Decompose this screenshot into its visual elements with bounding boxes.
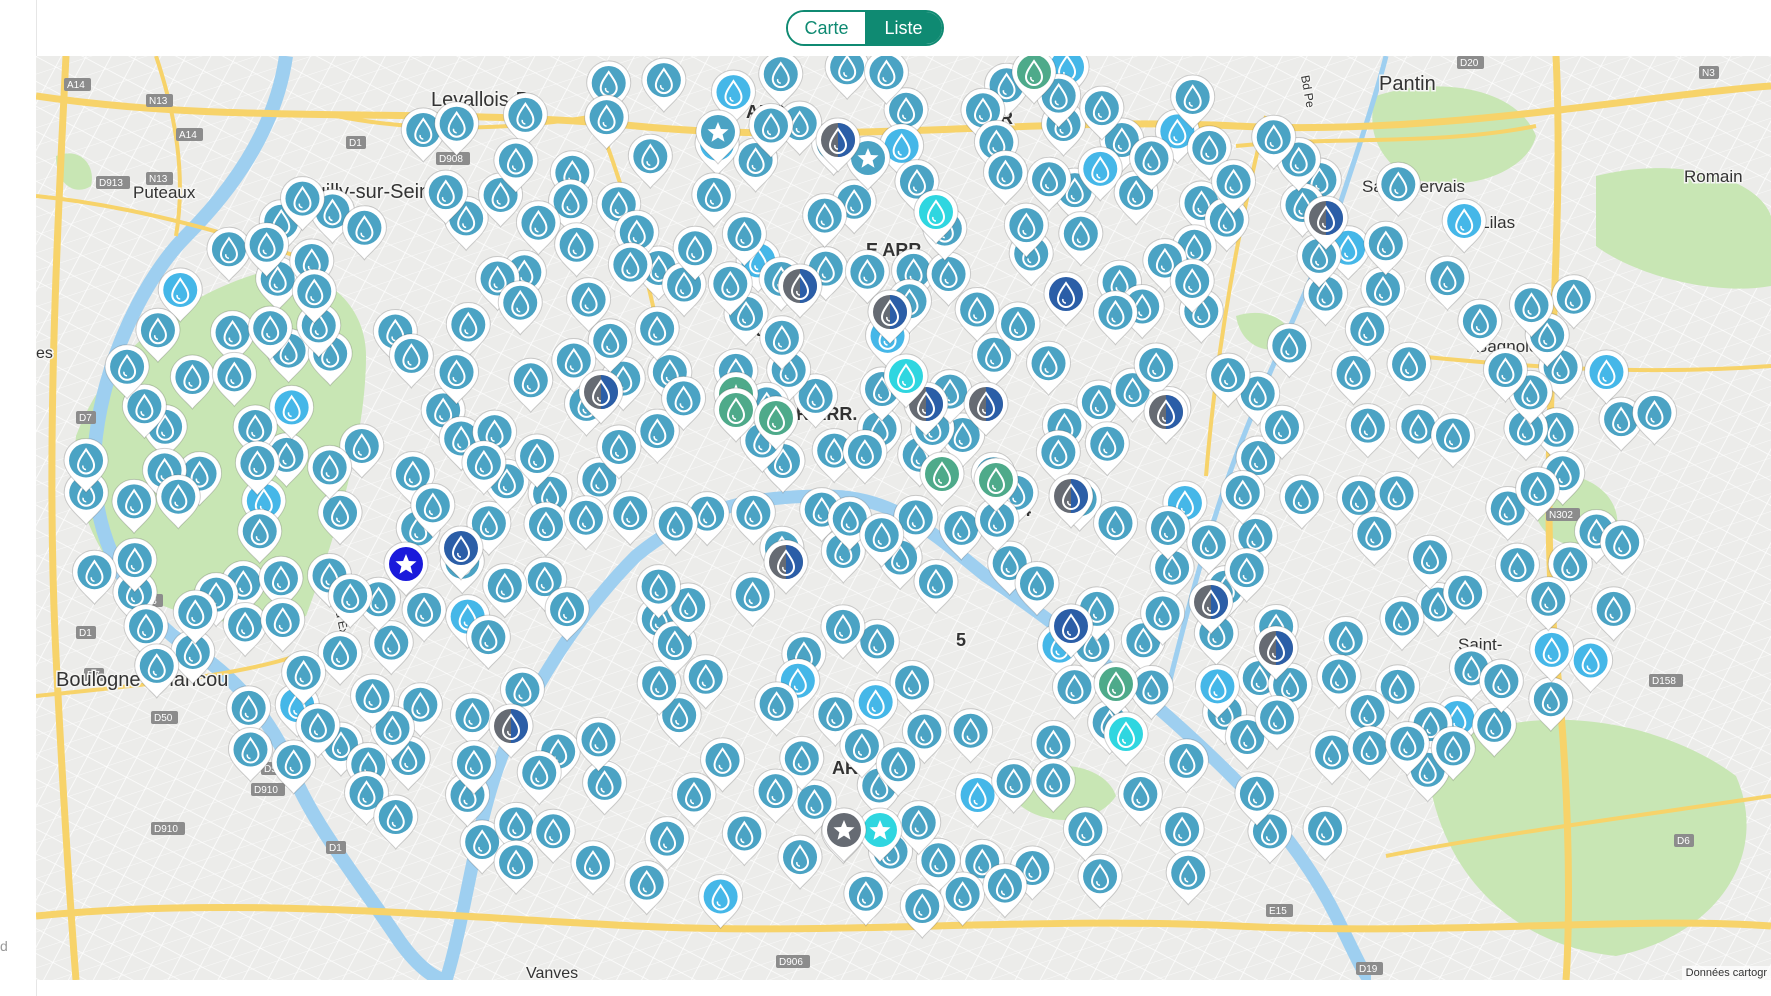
road-shield: D19	[1356, 962, 1383, 975]
road-shield: D910	[251, 783, 285, 796]
road-shield: D906	[776, 955, 810, 968]
list-view-option[interactable]: Liste	[865, 12, 942, 44]
road-shield-label: A14	[179, 130, 197, 141]
map-view-option[interactable]: Carte	[788, 12, 865, 44]
road-shield: D910	[151, 822, 185, 835]
road-shield: D908	[436, 152, 470, 165]
road-shield-label: D906	[779, 957, 803, 968]
road-shield-label: D1	[79, 628, 92, 639]
road-shield: D158	[1649, 674, 1683, 687]
road-shield: D7	[76, 411, 96, 424]
road-shield-label: D50	[154, 713, 173, 724]
road-shield-label: D1	[329, 843, 342, 854]
road-shield-label: D910	[154, 824, 178, 835]
road-shield-label: D158	[1652, 676, 1676, 687]
road-shield-label: N302	[1549, 510, 1573, 521]
road-shield-label: N3	[1702, 68, 1715, 79]
map-view[interactable]: A14N13A14D908D1D913N13D7D7D7A13D1D50D910…	[36, 56, 1771, 980]
road-shield: D6	[1674, 834, 1694, 847]
road-shield: E15	[1266, 904, 1293, 917]
road-shield-label: N13	[149, 96, 168, 107]
road-shield: A14	[64, 78, 91, 91]
map-canvas[interactable]: A14N13A14D908D1D913N13D7D7D7A13D1D50D910…	[36, 56, 1771, 980]
road-shield: N13	[146, 94, 173, 107]
map-attribution: Données cartogr	[1681, 966, 1771, 980]
place-label-vanves: Vanves	[526, 965, 578, 980]
place-label-puteaux: Puteaux	[133, 183, 196, 202]
road-shield-label: D20	[1460, 58, 1479, 69]
place-label-arr-5: 5	[956, 630, 966, 650]
road-shield-label: D913	[99, 178, 123, 189]
road-shield-label: E15	[1269, 906, 1287, 917]
road-shield: D1	[346, 136, 366, 149]
sidebar-clipped-text: d	[0, 938, 8, 954]
road-shield: N302	[1546, 508, 1580, 521]
road-shield: D1	[76, 626, 96, 639]
road-shield-label: D908	[439, 154, 463, 165]
road-shield-label: D910	[254, 785, 278, 796]
place-label-pantin: Pantin	[1379, 73, 1436, 95]
road-shield-label: A14	[67, 80, 85, 91]
road-shield: D50	[151, 711, 178, 724]
place-label-romainville: Romain	[1684, 167, 1743, 186]
view-toggle[interactable]: Carte Liste	[786, 10, 944, 46]
place-label-es: es	[36, 345, 53, 362]
road-shield: N3	[1699, 66, 1719, 79]
road-shield-label: D6	[1677, 836, 1690, 847]
road-shield-label: D1	[349, 138, 362, 149]
road-shield-label: D7	[79, 413, 92, 424]
road-shield: D20	[1457, 56, 1484, 69]
road-shield: D913	[96, 176, 130, 189]
left-sidebar-edge: d	[0, 0, 37, 996]
road-shield-label: D19	[1359, 964, 1378, 975]
road-shield: D1	[326, 841, 346, 854]
road-shield: A14	[176, 128, 203, 141]
